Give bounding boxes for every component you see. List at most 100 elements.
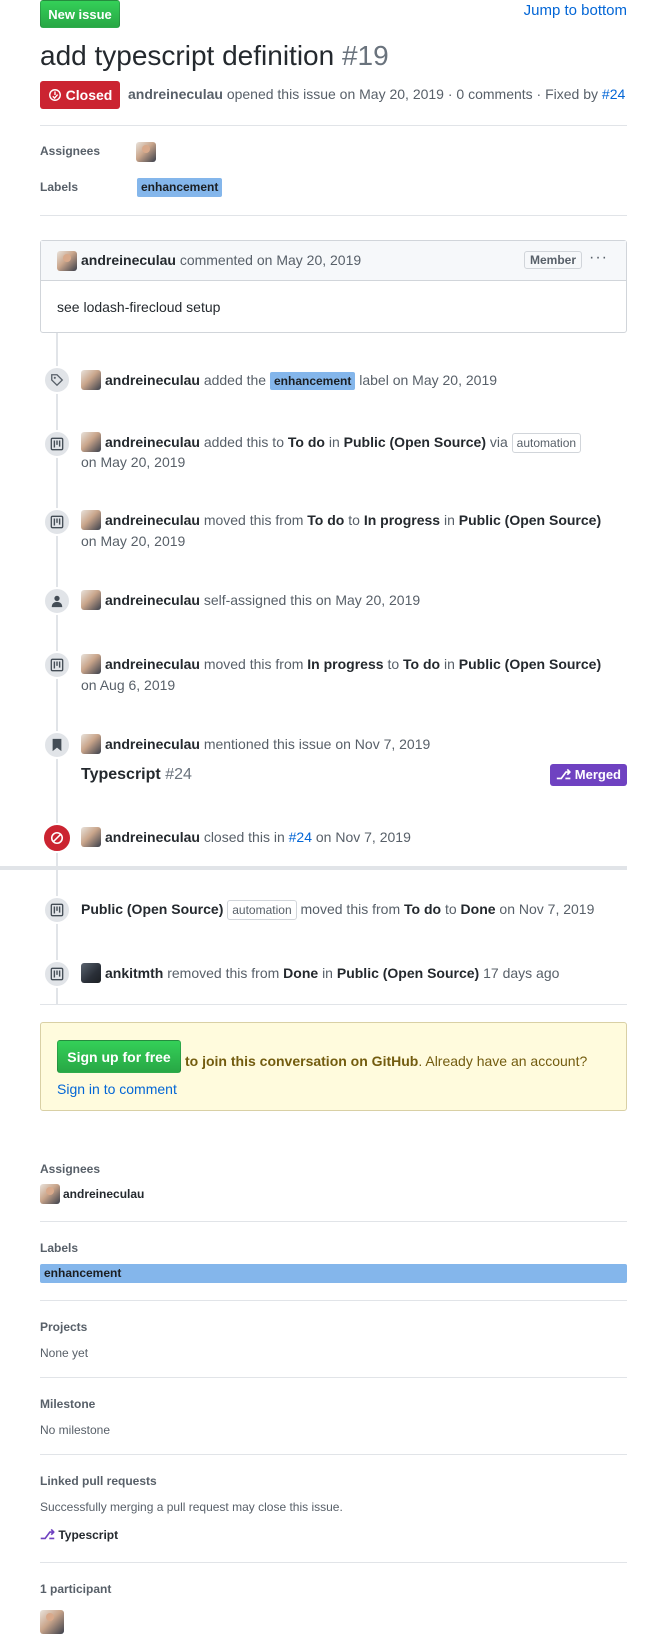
linked-pr[interactable]: ⎇ Typescript (40, 1527, 118, 1543)
event-project[interactable]: Public (Open Source) (459, 512, 601, 528)
more-options-icon[interactable]: ··· (589, 249, 608, 267)
timeline-event: ankitmth removed this from Done in Publi… (81, 962, 559, 984)
comment-box: andreineculau commented on May 20, 2019 … (40, 240, 627, 333)
merged-badge: ⎇ Merged (550, 764, 627, 786)
event-user[interactable]: andreineculau (105, 592, 200, 608)
tag-icon (43, 366, 71, 394)
avatar[interactable] (81, 432, 101, 452)
author-link[interactable]: andreineculau (128, 86, 223, 102)
event-date[interactable]: on Aug 6, 2019 (81, 677, 175, 693)
event-column: To do (307, 512, 345, 528)
event-date[interactable]: on May 20, 2019 (81, 454, 185, 470)
avatar[interactable] (40, 1184, 60, 1204)
avatar[interactable] (57, 251, 77, 271)
timeline-event: andreineculau closed this in #24 on Nov … (81, 826, 411, 848)
avatar[interactable] (136, 142, 156, 162)
status-text: Closed (65, 87, 113, 103)
comment-header: andreineculau commented on May 20, 2019 … (41, 241, 626, 281)
member-badge: Member (523, 251, 582, 269)
comment-body: see lodash-firecloud setup (57, 299, 221, 315)
event-text: in (322, 965, 333, 981)
assignee-name[interactable]: andreineculau (63, 1187, 144, 1201)
event-project[interactable]: Public (Open Source) (459, 656, 601, 672)
event-text: to (348, 512, 360, 528)
event-user[interactable]: andreineculau (105, 656, 200, 672)
labels-heading: Labels (40, 180, 79, 194)
bookmark-icon (43, 731, 71, 759)
event-user[interactable]: andreineculau (105, 372, 200, 388)
projects-value: None yet (40, 1346, 89, 1360)
projects-heading: Projects (40, 1320, 88, 1334)
label-enhancement[interactable]: enhancement (270, 372, 356, 390)
avatar[interactable] (81, 734, 101, 754)
merged-text: Merged (574, 767, 621, 782)
linked-pr-title[interactable]: Typescript (58, 1528, 118, 1542)
divider (40, 1454, 627, 1455)
signup-text: to join this conversation on GitHub. Alr… (57, 1047, 617, 1103)
timeline-break (0, 866, 627, 870)
signup-strong-text: to join this conversation on GitHub (185, 1053, 419, 1069)
timeline-event: andreineculau added this to To do in Pub… (81, 431, 582, 453)
milestone-heading: Milestone (40, 1397, 96, 1411)
event-text: on Nov 7, 2019 (499, 901, 595, 917)
divider (40, 1377, 627, 1378)
event-text: 17 days ago (483, 965, 560, 981)
pr-title[interactable]: Typescript (81, 766, 161, 783)
event-text: moved this from (203, 656, 304, 672)
avatar[interactable] (81, 590, 101, 610)
label-enhancement[interactable]: enhancement (40, 1264, 627, 1283)
event-text: moved this from (300, 901, 401, 917)
page-title: add typescript definition #19 (40, 40, 389, 72)
event-user[interactable]: andreineculau (105, 829, 200, 845)
issue-number: #19 (341, 40, 389, 71)
comment-author[interactable]: andreineculau (81, 252, 176, 268)
event-text: removed this from (167, 965, 280, 981)
event-project[interactable]: Public (Open Source) (344, 434, 486, 450)
linked-prs-heading: Linked pull requests (40, 1474, 157, 1488)
event-user[interactable]: andreineculau (105, 434, 200, 450)
referenced-pr[interactable]: Typescript #24 (81, 766, 192, 784)
project-icon (43, 430, 71, 458)
project-icon (43, 651, 71, 679)
event-column: Done (283, 965, 319, 981)
divider (40, 215, 627, 216)
event-column: To do (287, 434, 325, 450)
event-project[interactable]: Public (Open Source) (337, 965, 479, 981)
new-issue-button[interactable]: New issue (40, 0, 120, 28)
closed-icon (42, 823, 72, 853)
event-project[interactable]: Public (Open Source) (81, 901, 223, 917)
avatar[interactable] (40, 1610, 64, 1634)
event-user[interactable]: andreineculau (105, 736, 200, 752)
event-text: in (443, 512, 455, 528)
avatar[interactable] (81, 654, 101, 674)
automation-tag: automation (511, 433, 582, 453)
avatar[interactable] (81, 510, 101, 530)
event-text: in (443, 656, 455, 672)
divider (40, 1300, 627, 1301)
merge-icon: ⎇ (556, 767, 572, 782)
event-user[interactable]: andreineculau (105, 512, 200, 528)
avatar[interactable] (81, 370, 101, 390)
avatar[interactable] (81, 827, 101, 847)
sign-in-link[interactable]: Sign in to comment (57, 1081, 177, 1097)
linked-prs-description: Successfully merging a pull request may … (40, 1500, 343, 1514)
signup-prompt: Sign up for free to join this conversati… (40, 1022, 627, 1111)
fixed-by-link[interactable]: #24 (602, 86, 625, 102)
jump-to-bottom-link[interactable]: Jump to bottom (524, 2, 627, 19)
timeline-event: andreineculau mentioned this issue on No… (81, 733, 430, 755)
event-text: closed this in (203, 829, 285, 845)
event-text: moved this from (203, 512, 304, 528)
avatar[interactable] (81, 963, 101, 983)
event-text: self-assigned this on May 20, 2019 (203, 592, 421, 608)
meta-text: opened this issue on May 20, 2019 · 0 co… (226, 86, 599, 102)
automation-tag: automation (227, 900, 297, 920)
event-user[interactable]: ankitmth (105, 965, 163, 981)
event-date[interactable]: on May 20, 2019 (81, 533, 185, 549)
label-enhancement[interactable]: enhancement (137, 178, 223, 197)
event-text: mentioned this issue on Nov 7, 2019 (203, 736, 431, 752)
event-text: to (444, 901, 457, 917)
divider (40, 1004, 627, 1005)
comment-date[interactable]: on May 20, 2019 (257, 252, 361, 268)
pr-link[interactable]: #24 (289, 829, 312, 845)
merge-icon: ⎇ (40, 1527, 55, 1542)
